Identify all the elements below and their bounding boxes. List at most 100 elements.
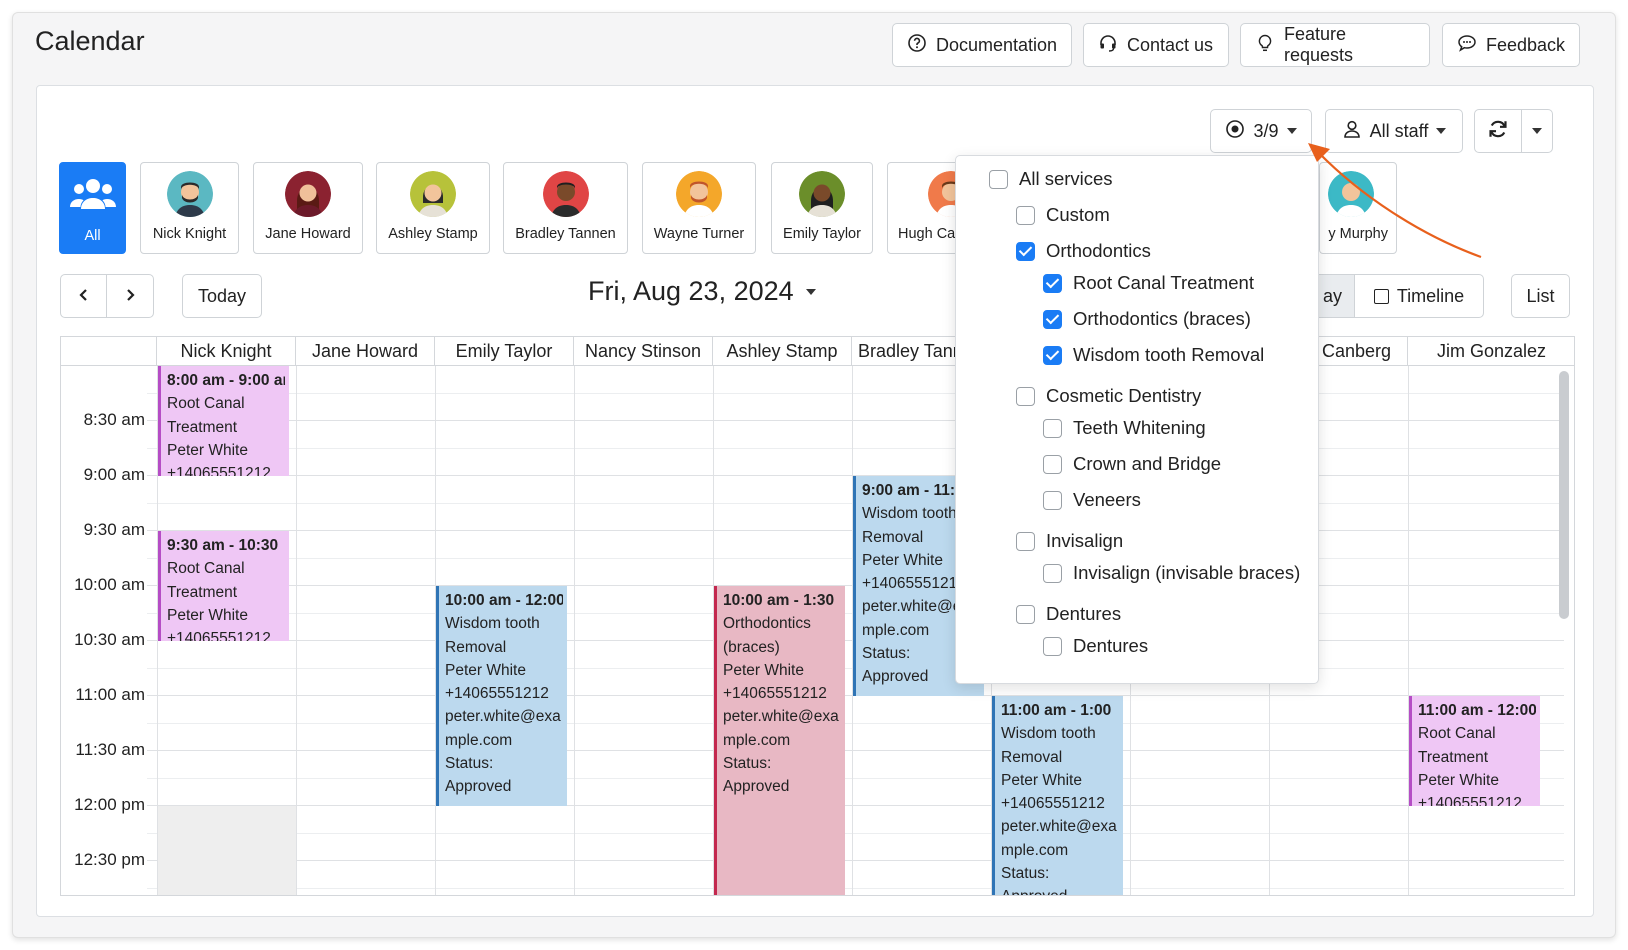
documentation-label: Documentation bbox=[936, 34, 1058, 55]
appointment-line: mple.com bbox=[723, 731, 791, 749]
appointment-line: peter.white@exa bbox=[445, 708, 561, 726]
checkbox[interactable] bbox=[1016, 241, 1035, 261]
appointment-line: Wisdom tooth bbox=[445, 615, 540, 633]
time-label: 9:00 am bbox=[83, 465, 145, 484]
appointment-time: 10:00 am - 12:00 bbox=[445, 592, 563, 609]
staff-card-label: Jane Howard bbox=[265, 226, 351, 242]
checkbox[interactable] bbox=[1043, 309, 1062, 329]
staff-card-nick-knight[interactable]: Nick Knight bbox=[140, 162, 239, 254]
next-day-button[interactable] bbox=[106, 274, 154, 318]
list-view-button[interactable]: List bbox=[1511, 274, 1570, 318]
time-label: 11:30 am bbox=[75, 740, 145, 759]
service-option[interactable]: Invisalign (invisable braces) bbox=[1043, 562, 1300, 584]
column-header: Ashley Stamp bbox=[713, 337, 852, 366]
staff-card-bradley-tannen[interactable]: Bradley Tannen bbox=[503, 162, 628, 254]
staff-card-wayne-turner[interactable]: Wayne Turner bbox=[642, 162, 756, 254]
service-option[interactable]: Cosmetic Dentistry bbox=[1016, 385, 1201, 407]
appointment[interactable]: 10:00 am - 1:30 Orthodontics (braces) Pe… bbox=[714, 586, 845, 895]
date-picker[interactable]: Fri, Aug 23, 2024 bbox=[588, 276, 816, 307]
service-label: Veneers bbox=[1073, 489, 1141, 510]
grid-line bbox=[147, 723, 1564, 724]
staff-card-label: Bradley Tannen bbox=[515, 226, 616, 242]
current-date: Fri, Aug 23, 2024 bbox=[588, 276, 794, 306]
chevron-down-icon bbox=[1436, 128, 1447, 134]
appointment-time: 10:00 am - 1:30 bbox=[723, 592, 835, 609]
grid-line bbox=[147, 448, 1564, 449]
feedback-button[interactable]: Feedback bbox=[1442, 23, 1580, 67]
checkbox[interactable] bbox=[1016, 604, 1035, 624]
timeline-view-button[interactable]: Timeline bbox=[1354, 274, 1484, 318]
checkbox[interactable] bbox=[1043, 418, 1062, 438]
service-option[interactable]: Dentures bbox=[1043, 635, 1148, 657]
appointment[interactable]: 9:30 am - 10:30 Root Canal Treatment Pet… bbox=[158, 531, 289, 641]
service-option[interactable]: Teeth Whitening bbox=[1043, 417, 1206, 439]
appointment-time: 11:00 am - 1:00 bbox=[1001, 702, 1112, 719]
calendar-grid: Nick Knight Jane Howard Emily Taylor Nan… bbox=[60, 336, 1575, 896]
appointment[interactable]: 10:00 am - 12:00 Wisdom tooth Removal Pe… bbox=[436, 586, 567, 806]
vertical-scrollbar[interactable] bbox=[1559, 371, 1569, 619]
grid-line bbox=[147, 888, 1564, 889]
appointment[interactable]: 8:00 am - 9:00 am Root Canal Treatment P… bbox=[158, 366, 289, 476]
service-option[interactable]: Orthodontics (braces) bbox=[1043, 308, 1251, 330]
feedback-label: Feedback bbox=[1486, 34, 1566, 55]
appointment-line: Status: bbox=[723, 755, 772, 773]
documentation-button[interactable]: Documentation bbox=[892, 23, 1072, 67]
service-option[interactable]: All services bbox=[989, 168, 1113, 190]
appointment-line: mple.com bbox=[1001, 841, 1069, 859]
checkbox[interactable] bbox=[1043, 636, 1062, 656]
grid-line bbox=[147, 860, 1564, 861]
refresh-options-button[interactable] bbox=[1521, 109, 1553, 153]
services-filter-button[interactable]: 3/9 bbox=[1210, 109, 1312, 153]
appointment-time: 8:00 am - 9:00 am bbox=[167, 372, 285, 389]
checkbox[interactable] bbox=[1043, 273, 1062, 293]
question-circle-icon bbox=[907, 33, 927, 58]
service-label: Orthodontics (braces) bbox=[1073, 308, 1251, 329]
today-button[interactable]: Today bbox=[182, 274, 262, 318]
service-option[interactable]: Invisalign bbox=[1016, 530, 1123, 552]
appointment[interactable]: 11:00 am - 12:00 Root Canal Treatment Pe… bbox=[1409, 696, 1540, 806]
checkbox[interactable] bbox=[1016, 531, 1035, 551]
timeline-label: Timeline bbox=[1396, 285, 1465, 306]
checkbox[interactable] bbox=[989, 169, 1008, 189]
appointment-line: Removal bbox=[445, 638, 507, 656]
prev-day-button[interactable] bbox=[60, 274, 107, 318]
service-option[interactable]: Dentures bbox=[1016, 603, 1121, 625]
appointment[interactable]: 11:00 am - 1:00 Wisdom tooth Removal Pet… bbox=[992, 696, 1123, 895]
staff-card-label: Emily Taylor bbox=[783, 226, 861, 242]
service-option[interactable]: Veneers bbox=[1043, 489, 1141, 511]
service-option[interactable]: Root Canal Treatment bbox=[1043, 272, 1254, 294]
checkbox[interactable] bbox=[1016, 386, 1035, 406]
service-option[interactable]: Custom bbox=[1016, 204, 1110, 226]
contact-us-label: Contact us bbox=[1127, 34, 1214, 55]
appointment-time: 11:00 am - 12:00 bbox=[1418, 702, 1536, 719]
contact-us-button[interactable]: Contact us bbox=[1083, 23, 1229, 67]
checkbox[interactable] bbox=[1043, 345, 1062, 365]
chevron-down-icon bbox=[805, 288, 816, 295]
appointment-line: Approved bbox=[445, 778, 512, 796]
checkbox[interactable] bbox=[1016, 205, 1035, 225]
time-label: 10:00 am bbox=[74, 575, 145, 594]
column-header: Jim Gonzalez bbox=[1408, 337, 1574, 366]
column-header: Jane Howard bbox=[296, 337, 435, 366]
service-label: All services bbox=[1019, 168, 1113, 189]
staff-card-all[interactable]: All bbox=[59, 162, 126, 254]
appointment-line: Peter White bbox=[723, 661, 804, 679]
avatar bbox=[676, 171, 722, 217]
service-option[interactable]: Crown and Bridge bbox=[1043, 453, 1221, 475]
service-option[interactable]: Wisdom tooth Removal bbox=[1043, 344, 1264, 366]
appointment-line: Root Canal bbox=[167, 560, 245, 578]
staff-card-jane-howard[interactable]: Jane Howard bbox=[253, 162, 363, 254]
checkbox[interactable] bbox=[1043, 454, 1062, 474]
appointment-line: +14065551212 bbox=[445, 685, 549, 703]
grid-line bbox=[147, 805, 1564, 806]
checkbox[interactable] bbox=[1043, 490, 1062, 510]
staff-card-emily-taylor[interactable]: Emily Taylor bbox=[771, 162, 873, 254]
service-option[interactable]: Orthodontics bbox=[1016, 240, 1151, 262]
staff-card-ashley-stamp[interactable]: Ashley Stamp bbox=[376, 162, 490, 254]
appointment-line: +14065551212 bbox=[723, 685, 827, 703]
feature-requests-button[interactable]: Feature requests bbox=[1240, 23, 1430, 67]
checkbox[interactable] bbox=[1043, 563, 1062, 583]
service-label: Crown and Bridge bbox=[1073, 453, 1222, 474]
appointment-time: 9:30 am - 10:30 bbox=[167, 537, 279, 554]
grid-line bbox=[296, 366, 297, 895]
